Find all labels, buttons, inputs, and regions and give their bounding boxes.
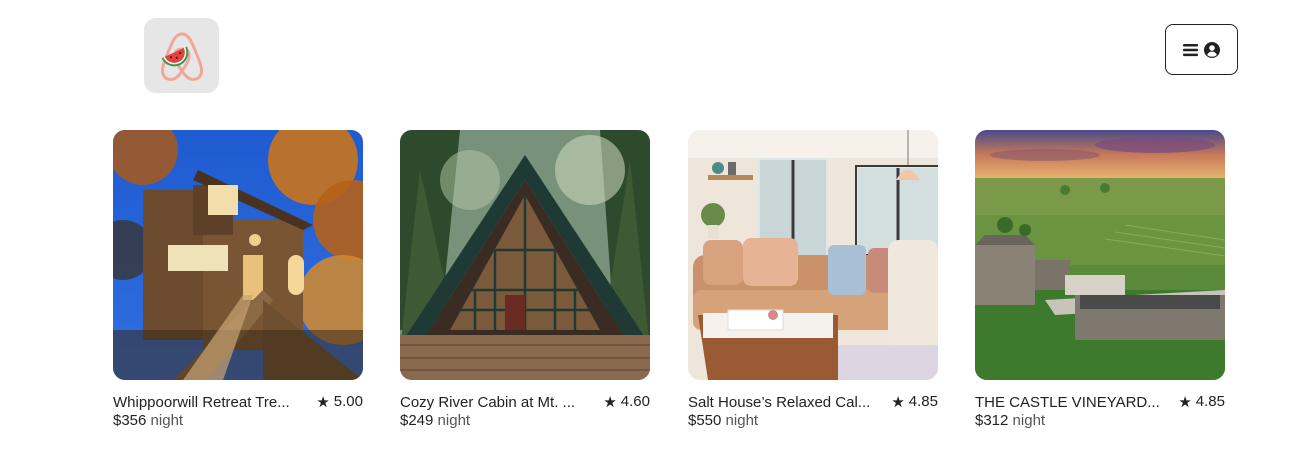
listing-price: $550 night xyxy=(688,412,938,430)
listing-title: Whippoorwill Retreat Tre... xyxy=(113,393,290,411)
price-value: $249 xyxy=(400,411,434,429)
price-value: $356 xyxy=(113,411,147,429)
price-unit: night xyxy=(725,411,759,429)
listing-price: $249 night xyxy=(400,412,650,430)
listing-rating: ★ 4.85 xyxy=(1178,393,1225,411)
star-icon: ★ xyxy=(316,393,330,411)
rating-value: 4.85 xyxy=(908,393,938,410)
listing-card[interactable]: Salt House’s Relaxed Cal... ★ 4.85 $550 … xyxy=(688,130,938,430)
listing-rating: ★ 4.60 xyxy=(603,393,650,411)
price-value: $312 xyxy=(975,411,1009,429)
card-header-row: THE CASTLE VINEYARD... ★ 4.85 xyxy=(975,393,1225,412)
star-icon: ★ xyxy=(603,393,617,411)
price-unit: night xyxy=(150,411,184,429)
listing-card[interactable]: Whippoorwill Retreat Tre... ★ 5.00 $356 … xyxy=(113,130,363,430)
rating-value: 5.00 xyxy=(333,393,363,410)
star-icon: ★ xyxy=(891,393,905,411)
rating-value: 4.85 xyxy=(1195,393,1225,410)
star-icon: ★ xyxy=(1178,393,1192,411)
card-header-row: Whippoorwill Retreat Tre... ★ 5.00 xyxy=(113,393,363,412)
listing-title: Cozy River Cabin at Mt. ... xyxy=(400,393,576,411)
a-frame-cabin-photo[interactable] xyxy=(400,130,650,380)
listing-card[interactable]: THE CASTLE VINEYARD... ★ 4.85 $312 night xyxy=(975,130,1225,430)
rating-value: 4.60 xyxy=(620,393,650,410)
price-unit: night xyxy=(1012,411,1046,429)
card-header-row: Cozy River Cabin at Mt. ... ★ 4.60 xyxy=(400,393,650,412)
castle-vineyard-photo[interactable] xyxy=(975,130,1225,380)
price-value: $550 xyxy=(688,411,722,429)
card-header-row: Salt House’s Relaxed Cal... ★ 4.85 xyxy=(688,393,938,412)
living-room-photo[interactable] xyxy=(688,130,938,380)
account-menu-button[interactable] xyxy=(1165,24,1238,75)
listing-card[interactable]: Cozy River Cabin at Mt. ... ★ 4.60 $249 … xyxy=(400,130,650,430)
watermelon-airbnb-logo-icon xyxy=(160,31,203,81)
listing-price: $312 night xyxy=(975,412,1225,430)
listing-rating: ★ 4.85 xyxy=(891,393,938,411)
hamburger-icon xyxy=(1183,43,1198,56)
logo[interactable] xyxy=(144,18,219,93)
user-circle-icon xyxy=(1204,41,1220,58)
page: Whippoorwill Retreat Tre... ★ 5.00 $356 … xyxy=(0,0,1289,471)
treehouse-photo[interactable] xyxy=(113,130,363,380)
listing-rating: ★ 5.00 xyxy=(316,393,363,411)
listing-title: THE CASTLE VINEYARD... xyxy=(975,393,1160,411)
price-unit: night xyxy=(437,411,471,429)
listing-price: $356 night xyxy=(113,412,363,430)
listing-title: Salt House’s Relaxed Cal... xyxy=(688,393,871,411)
